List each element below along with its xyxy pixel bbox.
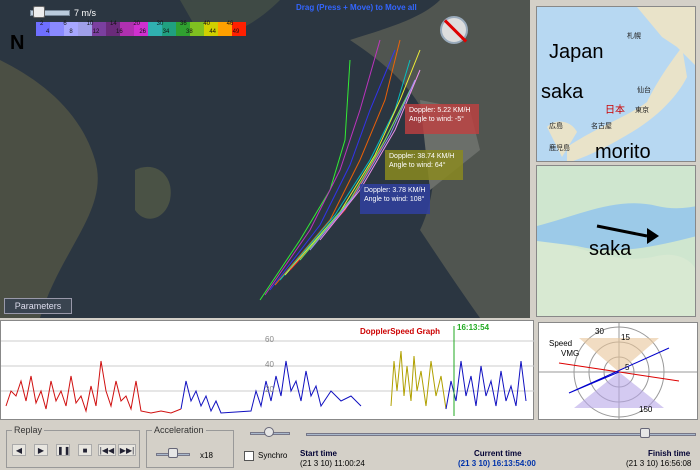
wind-speed-label: 7 m/s [74,8,97,18]
y-tick-40: 40 [265,360,274,369]
current-time-value: (21 3 10) 16:13:54:00 [458,459,536,468]
y-tick-20: 20 [265,385,274,394]
info-box-3: Doppler: 3.78 KM/H Angle to wind: 108° [360,184,430,214]
label-nihon: 日本 [605,105,625,116]
scale-tick-bottom: 12 [92,29,100,35]
scale-tick-bottom: 16 [116,29,123,35]
synchro-checkbox[interactable] [244,451,254,461]
city-kagoshima: 鹿児島 [549,145,570,152]
y-tick-60: 60 [265,335,274,344]
polar-tick-5: 5 [625,363,630,372]
acceleration-value: x18 [200,451,213,460]
label-morito: morito [595,141,651,162]
acceleration-title: Acceleration [152,425,206,435]
local-map: saka [536,165,696,317]
timeline-slider[interactable] [306,433,696,436]
scale-tick-top: 6 [63,21,67,27]
scale-tick-top: 20 [133,21,141,27]
acceleration-group [146,430,234,468]
info-box-2: Doppler: 38.74 KM/H Angle to wind: 64° [385,150,463,180]
polar-tick-150: 150 [639,405,653,414]
compass-icon[interactable] [440,16,468,44]
polar-tick-30: 30 [595,327,604,336]
series-blue-2 [445,360,527,410]
controls-bar: Replay ◀ ▶ ❚❚ ■ |◀◀ ▶▶| Acceleration x18… [0,422,700,470]
scale-tick-bottom: 4 [46,29,50,35]
city-sapporo: 札幌 [627,33,641,40]
play-button[interactable]: ▶ [34,444,48,456]
stop-button[interactable]: ■ [78,444,92,456]
fast-forward-button[interactable]: ▶▶| [118,444,136,456]
rewind-button[interactable]: |◀◀ [98,444,116,456]
city-hiroshima: 広島 [549,123,563,130]
polar-diagram: Speed VMG 30 15 5 150 [538,322,698,420]
label-saka: saka [541,81,584,103]
graph-time-marker: 16:13:54 [457,323,490,332]
scale-swatch [50,22,64,36]
series-olive [390,350,447,410]
scale-tick-bottom: 44 [209,29,217,35]
wind-speed-knob[interactable] [33,6,45,18]
scale-tick-top: 36 [180,21,187,27]
pause-button[interactable]: ❚❚ [56,444,70,456]
city-nagoya: 名古屋 [591,123,612,130]
label-japan: Japan [549,41,604,63]
replay-title: Replay [12,425,45,435]
start-time-label: Start time [300,449,337,458]
info-box-1: Doppler: 5.22 KM/H Angle to wind: -5° [405,104,479,134]
label-saka-local: saka [589,238,632,260]
scale-tick-bottom: 34 [162,29,170,35]
scale-tick-top: 10 [86,21,94,27]
scale-tick-bottom: 49 [232,29,240,35]
polar-legend-speed: Speed [549,339,573,348]
finish-time-value: (21 3 10) 16:56:08 [626,459,692,468]
current-time-label: Current time [474,449,522,458]
doppler-speed-graph[interactable]: 60 40 20 16:13:54 [0,320,535,420]
city-sendai: 仙台 [637,87,651,94]
scale-tick-bottom: 26 [139,29,147,35]
scale-tick-top: 14 [110,21,117,27]
finish-time-label: Finish time [648,449,691,458]
scale-tick-top: 2 [40,21,44,27]
north-arrow-icon: N [10,32,25,54]
graph-title: DopplerSpeed Graph [360,327,441,336]
timeline-thumb[interactable] [640,428,650,438]
scale-tick-top: 40 [203,21,211,27]
series-red [5,360,182,414]
scale-tick-bottom: 38 [186,29,193,35]
scale-tick-top: 30 [156,21,164,27]
scale-tick-bottom: 8 [69,29,73,35]
polar-legend-vmg: VMG [561,349,580,358]
polar-tick-15: 15 [621,333,630,342]
synchro-label: Synchro [258,451,288,460]
small-slider-thumb[interactable] [264,427,274,437]
acceleration-thumb[interactable] [168,448,178,458]
parameters-button[interactable]: Parameters [4,298,72,314]
japan-map: Japan saka morito 札幌 仙台 東京 名古屋 広島 鹿児島 日本 [536,6,696,162]
start-time-value: (21 3 10) 11:00:24 [300,459,365,468]
drag-hint: Drag (Press + Move) to Move all [296,3,417,12]
speed-color-scale: 2 6 10 14 20 30 36 40 46 4 8 12 16 26 34 38 44 49 [36,21,246,36]
satellite-map[interactable]: 7 m/s 2 6 10 14 20 30 36 40 46 4 8 12 16 26 34 38 44 49 D… [0,0,530,318]
scale-tick-top: 46 [226,21,234,27]
city-tokyo: 東京 [635,107,649,114]
step-back-button[interactable]: ◀ [12,444,26,456]
